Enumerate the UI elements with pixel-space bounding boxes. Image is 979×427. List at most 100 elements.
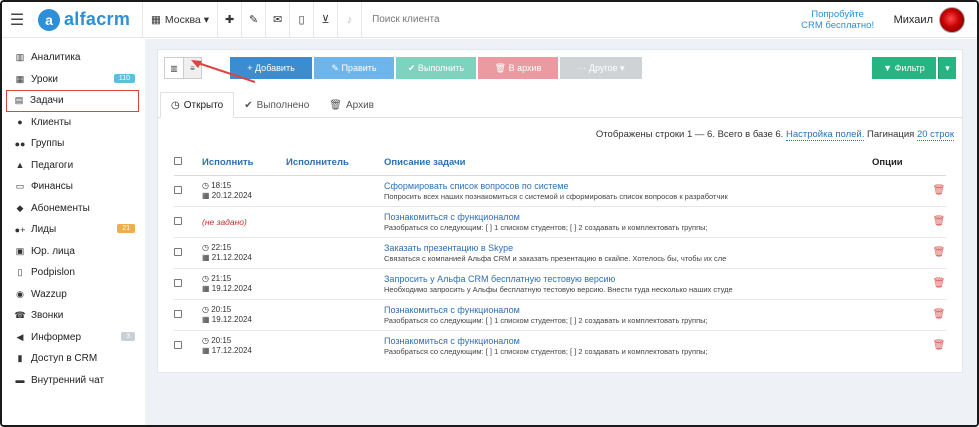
row-checkbox[interactable] [174,309,182,318]
row-select-cell [174,267,202,299]
executor-cell [286,267,384,299]
task-title-link[interactable]: Познакомиться с функционалом [384,305,872,315]
task-title-link[interactable]: Познакомиться с функционалом [384,336,872,346]
sidebar-item-label: Юр. лица [31,245,75,257]
pagination-label: Пагинация [867,129,915,140]
sidebar-item[interactable]: ●● Группы [2,133,145,155]
trash-icon[interactable]: 🗑 [933,340,946,351]
sidebar-item-label: Доступ в CRM [31,353,98,365]
promo-link[interactable]: Попробуйте CRM бесплатно! [798,9,878,31]
sidebar-item[interactable]: ● Клиенты [2,112,145,134]
table-header-row: Исполнить Исполнитель Описание задачи Оп… [174,151,946,176]
user-menu[interactable]: Михаил [894,6,977,33]
row-checkbox[interactable] [174,278,182,287]
row-checkbox[interactable] [174,247,182,256]
rows-count-text: Отображены строки 1 — 6. Всего в базе 6. [595,129,784,140]
sidebar-item[interactable]: ●+ Лиды 21 [2,219,145,241]
table-row[interactable]: ◷ 18:15 ▦ 20.12.2024 Сформировать список в… [174,174,946,206]
trash-icon[interactable]: 🗑 [933,278,946,289]
client-search-input[interactable]: Поиск клиента [362,2,798,38]
row-select-cell [174,298,202,330]
action-button[interactable]: ✔ Выполнить [396,57,476,79]
action-button[interactable]: ✎ Править [314,57,394,79]
tab[interactable]: 🗑 Архив [319,92,384,118]
task-title-link[interactable]: Сформировать список вопросов по системе [384,181,872,191]
sidebar-item[interactable]: ▲ Педагоги [2,155,145,177]
description-cell: Познакомиться с функционалом Разобраться … [384,298,872,330]
deadline-cell: ◷ 18:15 ▦ 20.12.2024 [202,174,286,206]
columns-icon[interactable]: ▥ [165,58,183,78]
table-row[interactable]: ◷ 22:15 ▦ 21.12.2024 Заказать презентацию … [174,236,946,268]
money-icon: ▭ [15,181,25,192]
action-buttons: + Добавить ✎ Править ✔ Выполнить 🗑 В архив ·… [228,57,642,79]
column-header-executor[interactable]: Исполнитель [286,151,384,176]
whatsapp-icon: ◉ [16,288,24,299]
clipboard-icon: ▤ [14,95,24,106]
trash-icon[interactable]: 🗑 [933,309,946,320]
select-all-checkbox[interactable] [174,157,182,166]
bullhorn-icon: ◀ [16,331,24,342]
column-header-description[interactable]: Описание задачи [384,151,872,176]
sidebar-item[interactable]: ▥ Аналитика [2,47,145,69]
sidebar-item[interactable]: ▤ Задачи [6,90,139,112]
wrench-icon[interactable]: ✎ [242,2,267,38]
task-title-link[interactable]: Запросить у Альфа CRM бесплатную тестову… [384,274,872,284]
trash-icon[interactable]: 🗑 [933,247,946,258]
task-title-link[interactable]: Заказать презентацию в Skype [384,243,872,253]
deadline-cell: ◷ 22:15 ▦ 21.12.2024 [202,236,286,268]
count-badge: 110 [113,73,135,83]
sidebar-item-label: Информер [31,331,82,343]
bell-icon[interactable]: ♪ [338,2,363,38]
chat-icon: ▬ [15,375,25,386]
clock-icon: ◷ [202,180,209,190]
table-row[interactable]: ◷ 20:15 ▦ 19.12.2024 Познакомиться с функц… [174,298,946,330]
action-button[interactable]: 🗑 В архив [478,57,558,79]
deadline-cell: (не задано) [202,205,286,237]
app-logo[interactable]: a alfacrm [32,2,142,38]
sidebar-item[interactable]: ◀ Информер 3 [2,327,145,349]
mail-icon[interactable]: ✉ [266,2,291,38]
sidebar-item[interactable]: ▦ Уроки 110 [2,69,145,91]
action-button[interactable]: ··· Другое ▾ [560,57,642,79]
phone-icon[interactable]: ▯ [290,2,315,38]
user-icon: ● [17,117,23,128]
task-title-link[interactable]: Познакомиться с функционалом [384,212,872,222]
table-row[interactable]: (не задано) Познакомиться с функционалом Р… [174,205,946,237]
sidebar-item[interactable]: ◆ Абонементы [2,198,145,220]
column-header-do[interactable]: Исполнить [202,151,286,176]
tab[interactable]: ✔ Выполнено [234,92,319,118]
sidebar-item[interactable]: ▮ Доступ в CRM [2,348,145,370]
trash-icon[interactable]: 🗑 [933,216,946,227]
sidebar-item[interactable]: ▭ Финансы [2,176,145,198]
sidebar-item-label: Podpislon [31,267,75,279]
options-cell: 🗑 [872,267,946,299]
row-checkbox[interactable] [174,340,182,349]
sidebar-item[interactable]: ☎ Звонки [2,305,145,327]
map-icon: ▥ [15,52,25,63]
sidebar-item[interactable]: ▯ Podpislon [2,262,145,284]
field-settings-link[interactable]: Настройка полей. [785,129,865,141]
sidebar: ▥ Аналитика ▦ Уроки 110 ▤ Задачи ● Клиенты ●● Груп… [2,39,145,425]
count-badge: 3 [121,331,135,341]
filter-button[interactable]: ▼ Фильтр [872,57,936,79]
table-row[interactable]: ◷ 20:15 ▦ 17.12.2024 Познакомиться с функц… [174,329,946,361]
hamburger-menu-icon[interactable]: ☰ [2,2,32,38]
task-date: 17.12.2024 [211,345,252,355]
task-description: Попросить всех наших познакомиться с сис… [384,191,728,201]
plus-icon[interactable]: ✚ [218,2,243,38]
tab[interactable]: ◷ Открыто [160,92,235,118]
executor-cell [286,174,384,206]
task-description: Разобраться со следующим: [ ] 1 списком … [384,222,708,232]
sidebar-item[interactable]: ▬ Внутренний чат [2,370,145,392]
trash-icon[interactable]: 🗑 [933,185,946,196]
row-checkbox[interactable] [174,216,182,225]
sidebar-item[interactable]: ▣ Юр. лица [2,241,145,263]
city-selector[interactable]: ▦ Москва ▾ [143,2,219,38]
table-row[interactable]: ◷ 21:15 ▦ 19.12.2024 Запросить у Альфа CRM… [174,267,946,299]
pagination-link[interactable]: 20 строк [916,129,954,141]
row-checkbox[interactable] [174,185,182,194]
filter-dropdown-button[interactable]: ▾ [938,57,956,79]
sidebar-item[interactable]: ◉ Wazzup [2,284,145,306]
cart-icon[interactable]: ⊻ [314,2,339,38]
clock-icon: ◷ [202,242,209,252]
